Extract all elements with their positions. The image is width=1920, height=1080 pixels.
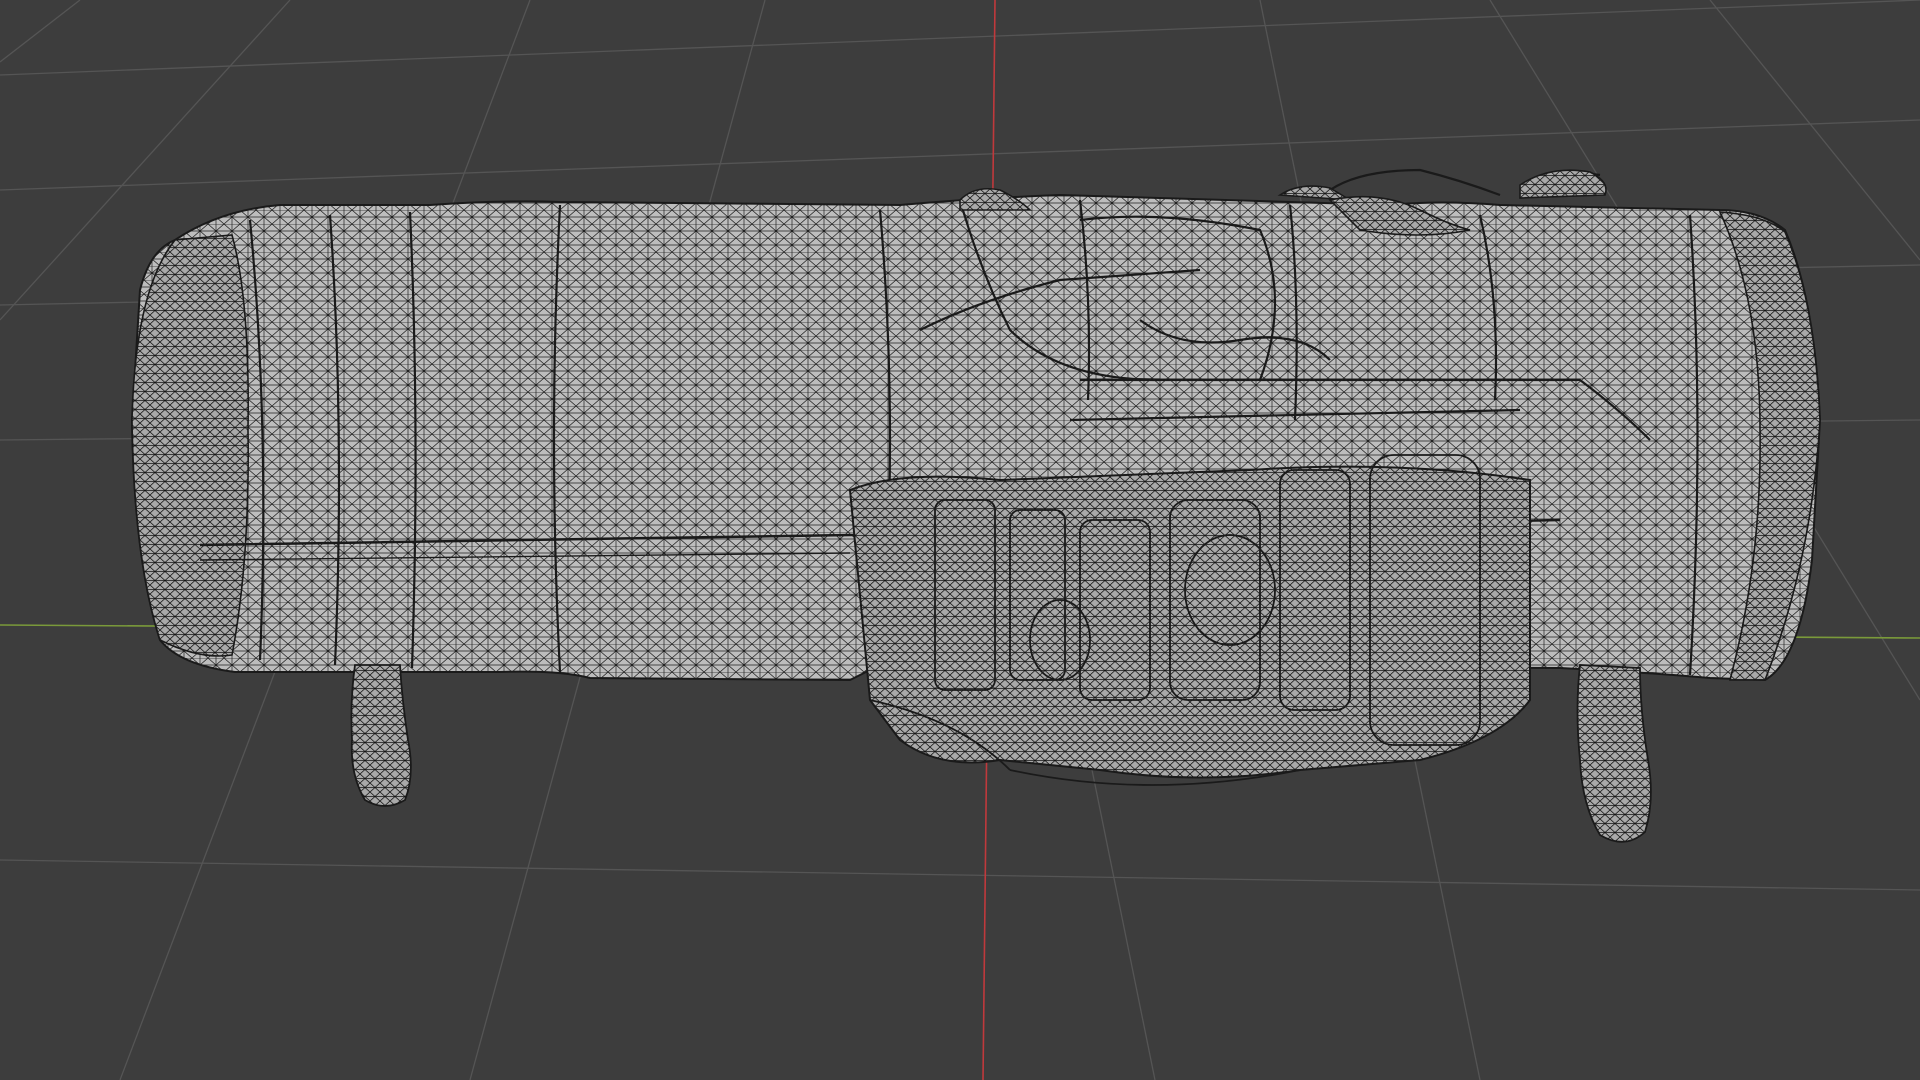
- 3d-viewport[interactable]: [0, 0, 1920, 1080]
- viewport-canvas[interactable]: [0, 0, 1920, 1080]
- jet-engine-mesh[interactable]: [130, 168, 1822, 843]
